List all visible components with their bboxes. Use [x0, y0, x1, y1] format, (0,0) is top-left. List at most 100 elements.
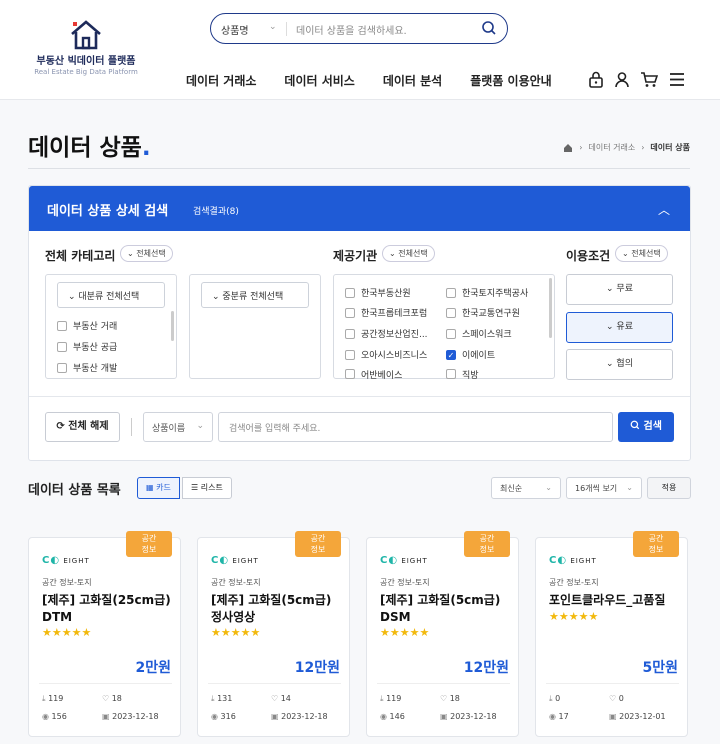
nav-item-data-service[interactable]: 데이터 서비스 — [284, 72, 354, 89]
term-paid-button[interactable]: ⌄ 유료 — [566, 312, 673, 343]
date-value: 2023-12-01 — [619, 712, 666, 721]
checkbox[interactable] — [345, 307, 355, 318]
logo[interactable]: 부동산 빅데이터 플랫폼 Real Estate Big Data Platfo… — [26, 20, 146, 76]
product-card[interactable]: 공간 정보 C◐ EIGHT 공간 정보-토지 포인트클라우드_고품질 ★★★★★ 5만원… — [535, 531, 688, 737]
provider-label: 한국토지주택공사 — [462, 289, 529, 299]
checkbox[interactable] — [446, 287, 456, 298]
search-category-select[interactable]: 상품명 — [221, 22, 249, 37]
nav-item-data-exchange[interactable]: 데이터 거래소 — [186, 72, 256, 89]
provider-logo: C◐ EIGHT — [380, 555, 428, 566]
star-icon: ★ — [61, 626, 72, 639]
terms-select-all[interactable]: ⌄ 전체선택 — [615, 245, 668, 262]
checkbox[interactable] — [57, 362, 67, 373]
chevron-down-icon: ⌄ — [269, 22, 277, 32]
main-nav: 데이터 거래소 데이터 서비스 데이터 분석 플랫폼 이용안내 — [186, 72, 552, 89]
menu-icon[interactable] — [668, 71, 686, 88]
chevron-down-icon: ⌄ — [196, 421, 204, 431]
product-name[interactable]: 포인트클라우드_고품질 — [549, 592, 681, 609]
download-value: 131 — [217, 694, 233, 703]
reset-all-button[interactable]: ⟳ 전체 해제 — [45, 412, 120, 442]
divider — [286, 22, 287, 36]
product-card[interactable]: 공간 정보 C◐ EIGHT 공간 정보-토지 [제주] 고화질(5cm급) DSM ★… — [366, 531, 519, 737]
checkbox[interactable] — [446, 307, 456, 318]
scrollbar[interactable] — [171, 311, 174, 341]
product-name[interactable]: [제주] 고화질(5cm급) DSM — [380, 592, 512, 626]
category-label: 부동산 개발 — [73, 364, 118, 374]
panel-header[interactable]: 데이터 상품 상세 검색 검색결과(8) ︿ — [29, 186, 690, 231]
checkbox[interactable] — [345, 349, 355, 360]
checkbox[interactable] — [446, 328, 456, 339]
provider-brand: EIGHT — [63, 557, 90, 565]
middle-category-select[interactable]: ⌄ 중분류 전체선택 — [201, 282, 309, 308]
category-checkbox-row[interactable]: 부동산 거래 — [57, 319, 117, 332]
provider-checkbox-row[interactable]: 한국부동산원 — [345, 286, 411, 299]
sort-select[interactable]: 최신순 ⌄ — [491, 477, 561, 499]
category-checkbox-row[interactable]: 부동산 개발 — [57, 361, 117, 374]
provider-label: 직방 — [462, 370, 479, 380]
eye-icon: ◉ — [211, 712, 218, 721]
provider-checkbox-row[interactable]: 한국프롭테크포럼 — [345, 306, 427, 319]
category-label: 부동산 공급 — [73, 343, 118, 353]
nav-item-data-analysis[interactable]: 데이터 분석 — [383, 72, 442, 89]
provider-checkbox-row[interactable]: ✓ 이에이트 — [446, 348, 495, 361]
breadcrumb-item-exchange[interactable]: 데이터 거래소 — [589, 142, 636, 153]
product-price: 2만원 — [135, 660, 171, 676]
view-list-button[interactable]: ☰ 리스트 — [182, 477, 232, 499]
product-card[interactable]: 공간 정보 C◐ EIGHT 공간 정보-토지 [제주] 고화질(5cm급) 정사영상… — [197, 531, 350, 737]
checkbox[interactable] — [57, 320, 67, 331]
scrollbar[interactable] — [549, 278, 552, 338]
apply-button[interactable]: 적용 — [647, 477, 691, 499]
title-dot: . — [141, 135, 151, 161]
per-page-select[interactable]: 16개씩 보기 ⌄ — [566, 477, 642, 499]
provider-checkbox-row[interactable]: 공간정보산업진... — [345, 327, 428, 340]
checkbox[interactable] — [345, 328, 355, 339]
chevron-up-icon[interactable]: ︿ — [658, 201, 670, 218]
rating-stars: ★★★★★ — [211, 626, 260, 639]
keyword-input[interactable]: 검색어를 입력해 주세요. — [218, 412, 613, 442]
download-icon: ⤓ — [42, 694, 46, 703]
checkbox-checked[interactable]: ✓ — [446, 349, 456, 360]
view-list-label: 리스트 — [200, 483, 223, 492]
star-icon: ★ — [389, 626, 400, 639]
provider-label: 제공기관 — [333, 249, 378, 263]
provider-select-all[interactable]: ⌄ 전체선택 — [382, 245, 435, 262]
provider-checkbox-row[interactable]: 한국토지주택공사 — [446, 286, 528, 299]
checkbox[interactable] — [57, 341, 67, 352]
refresh-icon: ⟳ — [56, 421, 65, 432]
provider-checkbox-row[interactable]: 오아시스비즈니스 — [345, 348, 427, 361]
term-free-button[interactable]: ⌄ 무료 — [566, 274, 673, 305]
divider — [131, 418, 132, 436]
star-icon: ★ — [558, 610, 569, 623]
provider-checkbox-row[interactable]: 어반베이스 — [345, 369, 402, 379]
search-icon[interactable] — [481, 20, 497, 39]
product-name[interactable]: [제주] 고화질(5cm급) 정사영상 — [211, 592, 343, 626]
home-icon[interactable] — [563, 143, 573, 153]
provider-checkbox-row[interactable]: 직방 — [446, 369, 479, 379]
global-search-input[interactable]: 데이터 상품을 검색하세요. — [296, 22, 407, 37]
upload-date: ▣ 2023-12-18 — [102, 712, 159, 721]
provider-checkbox-row[interactable]: 한국교통연구원 — [446, 306, 520, 319]
checkbox[interactable] — [345, 287, 355, 298]
header-icons — [588, 71, 686, 88]
cart-icon[interactable] — [640, 71, 658, 88]
view-card-button[interactable]: ▦ 카드 — [137, 477, 180, 499]
logo-mark-icon: ◐ — [219, 555, 230, 566]
search-button[interactable]: 검색 — [618, 412, 674, 442]
product-price: 5만원 — [642, 660, 678, 676]
divider — [39, 683, 172, 684]
lock-icon[interactable] — [588, 71, 604, 88]
checkbox[interactable] — [446, 369, 456, 379]
category-checkbox-row[interactable]: 부동산 공급 — [57, 340, 117, 353]
provider-checkbox-row[interactable]: 스페이스워크 — [446, 327, 512, 340]
user-icon[interactable] — [614, 71, 630, 88]
provider-label: 어반베이스 — [361, 370, 403, 380]
term-negotiable-button[interactable]: ⌄ 협의 — [566, 349, 673, 380]
field-select[interactable]: 상품이름 ⌄ — [143, 412, 213, 442]
nav-item-platform-guide[interactable]: 플랫폼 이용안내 — [470, 72, 551, 89]
major-category-select[interactable]: ⌄ 대분류 전체선택 — [57, 282, 165, 308]
product-name[interactable]: [제주] 고화질(25cm급) DTM — [42, 592, 174, 626]
product-card[interactable]: 공간 정보 C◐ EIGHT 공간 정보-토지 [제주] 고화질(25cm급) DTM… — [28, 531, 181, 737]
upload-date: ▣ 2023-12-18 — [271, 712, 328, 721]
checkbox[interactable] — [345, 369, 355, 379]
category-select-all[interactable]: ⌄ 전체선택 — [120, 245, 173, 262]
